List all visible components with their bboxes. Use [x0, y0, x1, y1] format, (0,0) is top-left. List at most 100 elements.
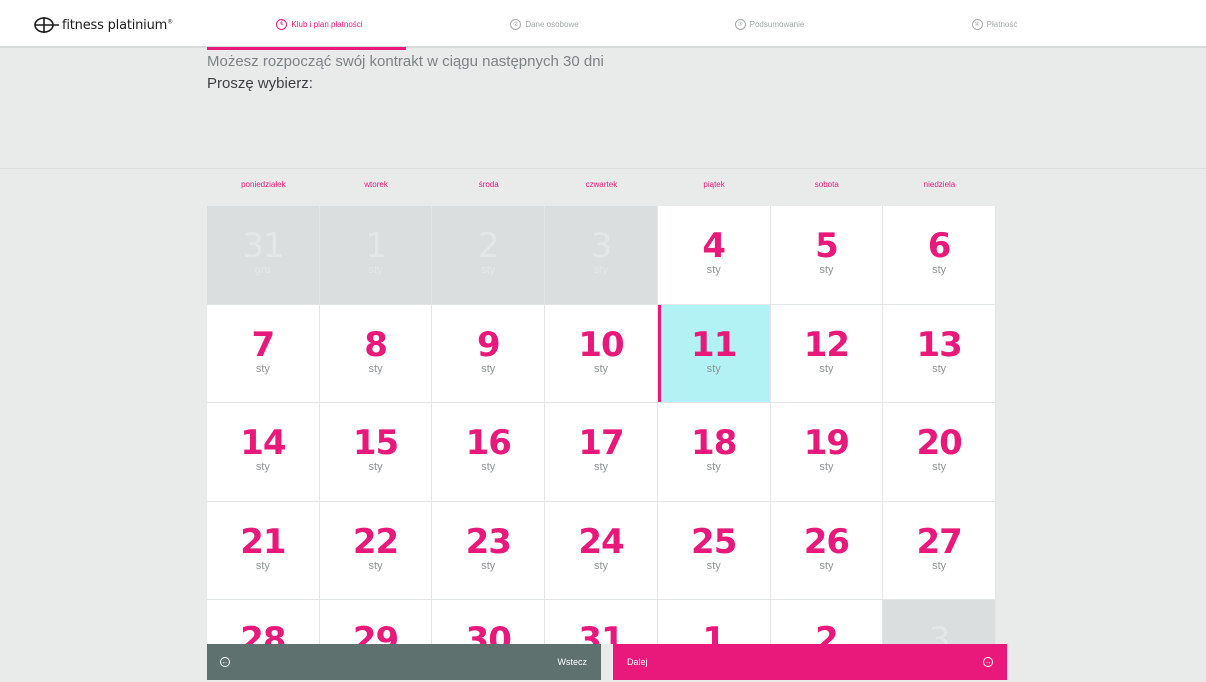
day-month: sty: [706, 264, 721, 276]
day-month: sty: [932, 362, 947, 375]
day-month: sty: [932, 264, 947, 276]
day-month: sty: [481, 559, 496, 572]
day-number: 9: [476, 324, 501, 365]
day-number: 10: [578, 324, 624, 365]
weekday-label: poniedziałek: [241, 180, 286, 189]
calendar-day[interactable]: 15 sty: [319, 403, 433, 502]
calendar-day[interactable]: 28sty: [207, 600, 320, 644]
back-button[interactable]: ← Wstecz: [207, 644, 601, 680]
logo-text: fitness platinium®: [62, 17, 173, 33]
step-number-icon: ②: [510, 18, 522, 30]
calendar-day[interactable]: 19 sty: [770, 403, 884, 502]
calendar-day[interactable]: 8 sty: [319, 304, 433, 403]
step-club-payment-plan[interactable]: € Klub i plan płatności: [207, 0, 432, 50]
step-summary[interactable]: ③ Podsumowanie: [657, 0, 882, 48]
calendar-day[interactable]: 25 sty: [657, 501, 771, 600]
step-label: Klub i plan płatności: [291, 19, 363, 29]
calendar-day[interactable]: 10 sty: [545, 304, 658, 403]
calendar-day[interactable]: 29sty: [319, 600, 433, 644]
day-number: 3: [590, 226, 613, 266]
calendar-day-selected[interactable]: 11 sty: [657, 304, 771, 403]
day-number: 26: [803, 521, 850, 562]
calendar-day[interactable]: 23 sty: [432, 501, 546, 600]
calendar-day[interactable]: 30sty: [432, 600, 546, 644]
step-label: Podsumowanie: [749, 19, 805, 29]
day-month: sty: [481, 461, 496, 473]
day-number: 12: [803, 324, 850, 365]
day-month: sty: [593, 264, 609, 276]
weekday-label: piątek: [703, 180, 725, 189]
step-number-icon: ④: [971, 18, 983, 30]
calendar-day[interactable]: 22 sty: [319, 501, 433, 600]
step-label: Płatność: [986, 19, 1018, 29]
day-number: 24: [578, 521, 624, 562]
day-number: 7: [251, 324, 276, 365]
day-number: 17: [578, 423, 624, 463]
weekday-label: sobota: [814, 180, 839, 189]
day-number: 1: [365, 226, 387, 266]
day-number: 1: [702, 620, 726, 644]
calendar-day[interactable]: 20 sty: [883, 403, 996, 502]
calendar-day[interactable]: 13 sty: [883, 304, 996, 403]
calendar-day[interactable]: 27 sty: [883, 501, 996, 600]
day-month: sty: [593, 559, 609, 572]
next-button[interactable]: Dalej →: [613, 644, 1007, 680]
page-heading: Możesz rozpocząć swój kontrakt w ciągu n…: [207, 53, 604, 70]
day-number: 20: [916, 423, 962, 463]
calendar-day[interactable]: 18 sty: [657, 403, 771, 502]
calendar-day[interactable]: 14 sty: [207, 403, 320, 502]
day-month: sty: [255, 559, 270, 572]
calendar-day[interactable]: 16 sty: [432, 403, 546, 502]
calendar-day: 3 sty: [545, 206, 658, 305]
brand-logo[interactable]: fitness platinium®: [34, 14, 173, 36]
day-month: sty: [593, 461, 609, 473]
day-number: 2: [477, 226, 500, 266]
day-number: 28: [240, 620, 286, 644]
page-subheading: Proszę wybierz:: [207, 75, 313, 92]
calendar-day: 1 sty: [319, 206, 433, 305]
weekday-label: czwartek: [585, 180, 618, 189]
weekday-label: niedziela: [923, 180, 956, 189]
next-button-label: Dalej: [627, 657, 648, 667]
calendar-day[interactable]: 12 sty: [770, 304, 884, 403]
calendar-day: 3lut: [883, 600, 996, 644]
arrow-left-icon: ←: [220, 657, 230, 667]
day-number: 22: [352, 521, 399, 562]
calendar-day[interactable]: 5 sty: [770, 206, 884, 305]
day-number: 31: [242, 226, 284, 266]
day-month: sty: [368, 461, 383, 473]
calendar-day[interactable]: 1lut: [657, 600, 771, 644]
step-number-icon: €: [276, 18, 288, 30]
day-number: 18: [691, 423, 737, 463]
step-payment[interactable]: ④ Płatność: [882, 0, 1107, 48]
day-month: sty: [819, 264, 834, 276]
day-number: 15: [352, 423, 399, 463]
calendar-day[interactable]: 21 sty: [207, 501, 320, 600]
step-personal-data[interactable]: ② Dane osobowe: [432, 0, 657, 48]
calendar-day[interactable]: 2lut: [770, 600, 884, 644]
day-number: 16: [465, 423, 512, 463]
day-number: 11: [691, 324, 737, 365]
day-month: sty: [819, 461, 834, 473]
calendar-day[interactable]: 6 sty: [883, 206, 996, 305]
day-month: sty: [368, 559, 383, 572]
calendar-day[interactable]: 26 sty: [770, 501, 884, 600]
step-number-icon: ③: [734, 18, 746, 30]
calendar-day[interactable]: 24 sty: [545, 501, 658, 600]
day-month: sty: [706, 559, 721, 572]
calendar-day[interactable]: 17 sty: [545, 403, 658, 502]
calendar-grid: 31 gru 1 sty 2 sty 3 sty 4 sty 5 sty 6 sty 7 sty 8 sty 9st…: [207, 206, 996, 644]
step-label: Dane osobowe: [525, 19, 579, 29]
calendar-day[interactable]: 9 sty: [432, 304, 546, 403]
day-month: sty: [932, 461, 947, 473]
day-number: 5: [815, 226, 839, 266]
calendar-day[interactable]: 4 sty: [657, 206, 771, 305]
day-number: 14: [240, 423, 286, 463]
calendar-day: 2 sty: [432, 206, 546, 305]
back-button-label: Wstecz: [557, 657, 587, 667]
calendar-day[interactable]: 31sty: [545, 600, 658, 644]
calendar-day[interactable]: 7 sty: [207, 304, 320, 403]
day-month: sty: [255, 362, 270, 375]
day-month: sty: [368, 362, 383, 375]
day-number: 27: [916, 521, 962, 562]
